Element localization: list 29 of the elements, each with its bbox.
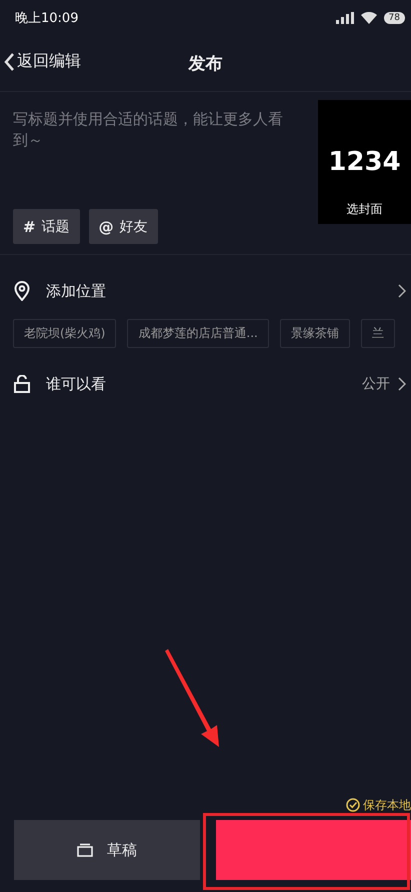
save-local-checkbox[interactable]: 保存本地 bbox=[346, 795, 411, 815]
cover-label: 选封面 bbox=[346, 201, 382, 218]
privacy-label[interactable]: 谁可以看 bbox=[46, 374, 346, 394]
chevron-icon bbox=[398, 284, 406, 298]
status-time: 晚上10:09 bbox=[15, 10, 78, 26]
location-pin-icon bbox=[14, 281, 30, 301]
battery-icon: 78 bbox=[384, 12, 405, 24]
location-chip[interactable]: 兰 bbox=[360, 319, 395, 348]
signal-icon bbox=[336, 12, 354, 24]
location-chip[interactable]: 成都梦莲的店店普通... bbox=[127, 319, 269, 348]
chevron-icon bbox=[398, 377, 406, 391]
location-label[interactable]: 添加位置 bbox=[46, 282, 382, 300]
back-chevron-icon bbox=[4, 52, 14, 70]
tag-button[interactable]: @ 好友 bbox=[88, 209, 158, 244]
privacy-value: 公开 bbox=[362, 375, 390, 393]
location-chip[interactable]: 老院坝(柴火鸡) bbox=[13, 319, 116, 348]
unlock-icon bbox=[14, 375, 30, 393]
tag-button[interactable]: # 话题 bbox=[13, 209, 80, 244]
draft-button[interactable]: 草稿 bbox=[14, 820, 200, 880]
drafts-box-icon bbox=[77, 843, 93, 857]
location-chip[interactable]: 景缘茶铺 bbox=[280, 319, 350, 348]
cover-number: 1234 bbox=[328, 147, 401, 177]
wifi-icon bbox=[360, 12, 377, 24]
publish-button[interactable] bbox=[216, 820, 411, 880]
page-title: 发布 bbox=[188, 52, 222, 74]
check-circle-icon bbox=[346, 798, 360, 812]
caption-field[interactable]: 写标题并使用合适的话题，能让更多人看到～ bbox=[13, 109, 285, 209]
back-button[interactable]: 返回编辑 bbox=[4, 51, 81, 72]
cover-thumbnail[interactable]: 1234 选封面 bbox=[318, 100, 411, 224]
